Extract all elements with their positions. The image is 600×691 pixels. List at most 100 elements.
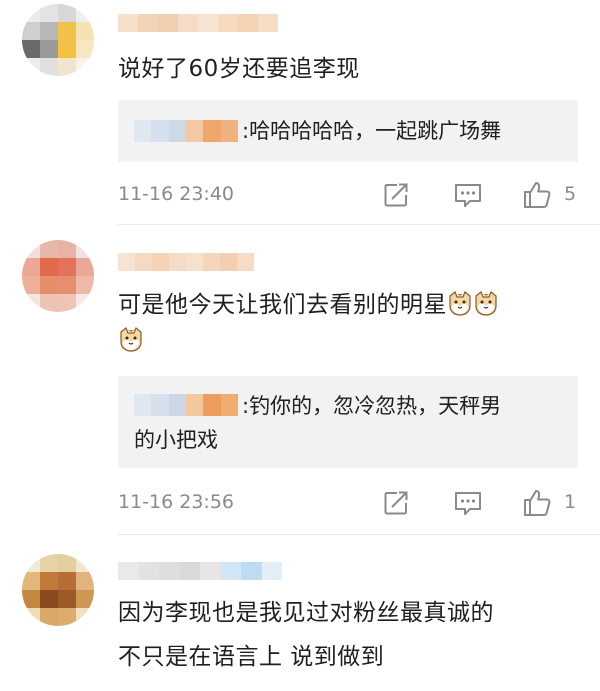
reply-text-line-2: 的小把戏	[134, 428, 218, 452]
avatar-pixel	[76, 554, 94, 572]
username-blurred[interactable]	[118, 562, 282, 580]
reply-text: :哈哈哈哈哈，一起跳广场舞	[242, 115, 501, 147]
avatar-pixel	[22, 276, 40, 294]
like-count: 1	[564, 491, 577, 513]
avatar[interactable]	[22, 240, 94, 312]
comment-icon[interactable]	[453, 180, 483, 210]
timestamp: 11-16 23:56	[118, 491, 235, 513]
comment-text-line: 可是他今天让我们去看别的明星	[118, 292, 447, 318]
comment-text	[118, 324, 144, 358]
avatar-pixel	[22, 294, 40, 312]
avatar-pixel	[40, 4, 58, 22]
cat-emoji-icon	[120, 327, 142, 352]
username-pixel	[241, 562, 262, 580]
username-pixel	[152, 253, 169, 271]
username-blurred[interactable]	[118, 253, 254, 271]
username-pixel	[118, 562, 139, 580]
avatar-pixel	[40, 572, 58, 590]
share-icon[interactable]	[381, 488, 411, 518]
avatar-pixel	[22, 258, 40, 276]
avatar-pixel	[58, 58, 76, 76]
avatar-pixel	[76, 240, 94, 258]
avatar-pixel	[40, 58, 58, 76]
reply-username-pixel	[151, 394, 169, 416]
timestamp: 11-16 23:40	[118, 183, 235, 205]
avatar-pixel	[22, 58, 40, 76]
avatar-pixel	[58, 590, 76, 608]
username-pixel	[237, 253, 254, 271]
avatar-pixel	[76, 572, 94, 590]
reply-username-pixel	[134, 120, 152, 142]
username-pixel	[179, 562, 200, 580]
avatar-pixel	[76, 608, 94, 626]
comment-text: 可是他今天让我们去看别的明星	[118, 288, 499, 322]
reply-username-pixel	[203, 394, 221, 416]
like-icon[interactable]	[522, 180, 552, 210]
avatar-pixel	[40, 258, 58, 276]
username-pixel	[218, 14, 238, 32]
username-pixel	[138, 562, 159, 580]
share-icon[interactable]	[381, 180, 411, 210]
avatar-pixel	[22, 240, 40, 258]
comment-actions: 11-16 23:40 5	[118, 180, 580, 210]
username-pixel	[203, 253, 220, 271]
avatar-pixel	[58, 276, 76, 294]
avatar-pixel	[22, 4, 40, 22]
avatar[interactable]	[22, 4, 94, 76]
reply-content: 钓你的，忽冷忽热，天秤男	[249, 394, 502, 418]
avatar-pixel	[58, 294, 76, 312]
reply-content: 哈哈哈哈哈，一起跳广场舞	[249, 119, 502, 143]
avatar-pixel	[58, 40, 76, 58]
reply-username-pixel	[134, 394, 152, 416]
username-pixel	[238, 14, 258, 32]
reply-box[interactable]: :钓你的，忽冷忽热，天秤男 的小把戏	[118, 376, 578, 468]
username-pixel	[178, 14, 198, 32]
username-pixel	[118, 253, 135, 271]
username-pixel	[169, 253, 186, 271]
reply-box[interactable]: :哈哈哈哈哈，一起跳广场舞	[118, 100, 578, 162]
avatar-pixel	[76, 4, 94, 22]
avatar-pixel	[76, 22, 94, 40]
avatar-pixel	[76, 40, 94, 58]
reply-username-blurred[interactable]	[134, 120, 238, 142]
avatar-pixel	[22, 554, 40, 572]
avatar-pixel	[76, 590, 94, 608]
avatar-pixel	[76, 258, 94, 276]
reply-username-pixel	[220, 394, 238, 416]
avatar-pixel	[40, 590, 58, 608]
avatar-pixel	[22, 590, 40, 608]
comment-text: 不只是在语言上 说到做到	[118, 644, 385, 670]
username-pixel	[118, 14, 138, 32]
reply-username-pixel	[168, 120, 186, 142]
avatar-pixel	[40, 608, 58, 626]
avatar-pixel	[58, 4, 76, 22]
username-pixel	[220, 253, 237, 271]
avatar-pixel	[22, 22, 40, 40]
comment-text: 说好了60岁还要追李现	[118, 56, 360, 82]
avatar-pixel	[58, 240, 76, 258]
username-pixel	[186, 253, 203, 271]
avatar-pixel	[76, 294, 94, 312]
avatar-pixel	[76, 58, 94, 76]
comment-icon[interactable]	[453, 488, 483, 518]
username-pixel	[220, 562, 241, 580]
avatar-pixel	[40, 22, 58, 40]
like-icon[interactable]	[522, 488, 552, 518]
avatar-pixel	[40, 294, 58, 312]
username-pixel	[158, 14, 178, 32]
avatar[interactable]	[22, 554, 94, 626]
comment-text: 因为李现也是我见过对粉丝最真诚的	[118, 600, 494, 626]
reply-username-pixel	[220, 120, 238, 142]
avatar-pixel	[58, 22, 76, 40]
username-pixel	[200, 562, 221, 580]
reply-username-pixel	[185, 120, 204, 142]
username-pixel	[261, 562, 282, 580]
username-pixel	[138, 14, 158, 32]
avatar-pixel	[22, 608, 40, 626]
cat-emoji-icon	[475, 291, 497, 316]
username-pixel	[159, 562, 180, 580]
reply-username-blurred[interactable]	[134, 394, 238, 416]
avatar-pixel	[58, 608, 76, 626]
username-blurred[interactable]	[118, 14, 278, 32]
divider	[118, 224, 600, 225]
